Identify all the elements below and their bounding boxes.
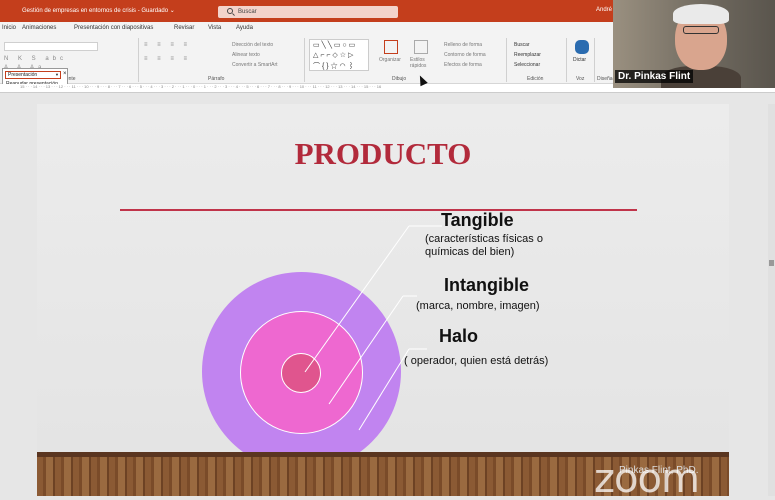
shape-effects-button[interactable]: Efectos de forma	[444, 62, 482, 68]
dropdown-selected-label: Presentación	[8, 72, 38, 78]
select-button[interactable]: Seleccionar	[514, 62, 540, 68]
shapes-gallery[interactable]: ▭ ╲ ╲ ▭ ○ ▭ △ ⌐ ⌐ ◇ ☆ ▷ ⌒ { } ☆ ◠ ⌇	[309, 39, 369, 71]
zoom-logo: zoom	[594, 456, 700, 500]
shape-fill-button[interactable]: Relleno de forma	[444, 42, 482, 48]
replace-button[interactable]: Reemplazar	[514, 52, 541, 58]
group-paragraph-label: Párrafo	[208, 76, 225, 82]
quick-styles-label[interactable]: Estilos rápidos	[410, 57, 432, 69]
quick-styles-icon[interactable]	[414, 40, 428, 54]
tab-home[interactable]: Inicio	[2, 25, 16, 31]
close-icon[interactable]: ×	[63, 71, 67, 77]
align-buttons[interactable]: ≡ ≡ ≡ ≡	[144, 56, 191, 62]
group-voice-label: Voz	[576, 76, 585, 82]
search-input[interactable]: Buscar	[218, 6, 398, 18]
divider	[566, 38, 567, 82]
tab-review[interactable]: Revisar	[174, 25, 194, 31]
search-icon	[227, 8, 233, 14]
group-drawing-label: Dibujo	[392, 76, 407, 82]
arrange-icon[interactable]	[384, 40, 398, 54]
shape-outline-button[interactable]: Contorno de forma	[444, 52, 486, 58]
heading-halo[interactable]: Halo	[439, 326, 478, 347]
font-format-buttons[interactable]: N K S abc	[4, 56, 67, 62]
webcam-video[interactable]: Dr. Pinkas Flint	[613, 0, 775, 88]
divider	[594, 38, 595, 82]
group-editing-label: Edición	[527, 76, 544, 82]
list-buttons[interactable]: ≡ ≡ ≡ ≡	[144, 42, 191, 48]
microphone-icon[interactable]	[575, 40, 589, 54]
find-button[interactable]: Buscar	[514, 42, 530, 48]
tab-slideshow[interactable]: Presentación con diapositivas	[74, 25, 153, 31]
desc-halo[interactable]: ( operador, quien está detrás)	[404, 355, 554, 368]
participant-name: Dr. Pinkas Flint	[615, 70, 694, 83]
dictate-label[interactable]: Dictar	[573, 57, 586, 63]
align-text-button[interactable]: Alinear texto	[232, 52, 260, 58]
heading-intangible[interactable]: Intangible	[444, 275, 529, 296]
scrollbar-thumb[interactable]	[769, 260, 774, 266]
vertical-scrollbar[interactable]	[768, 104, 775, 496]
user-name[interactable]: André	[596, 7, 612, 13]
font-name-field[interactable]	[4, 42, 98, 51]
webcam-person-glasses	[683, 26, 719, 34]
desc-tangible[interactable]: (características físicas o químicas del …	[425, 233, 565, 259]
search-placeholder: Buscar	[238, 9, 257, 15]
divider	[506, 38, 507, 82]
desc-intangible[interactable]: (marca, nombre, imagen)	[416, 300, 576, 313]
document-title: Gestión de empresas en entornos de crisi…	[22, 8, 175, 14]
connector-lines	[304, 225, 442, 431]
arrange-label[interactable]: Organizar	[379, 57, 401, 63]
dropdown-selected[interactable]: Presentación	[5, 71, 61, 79]
divider	[138, 38, 139, 82]
smartart-button[interactable]: Convertir a SmartArt	[232, 62, 278, 68]
tab-help[interactable]: Ayuda	[236, 25, 253, 31]
heading-tangible[interactable]: Tangible	[441, 210, 514, 231]
chevron-down-icon[interactable]: ▼	[55, 72, 59, 77]
tab-view[interactable]: Vista	[208, 25, 221, 31]
slide-canvas[interactable]: PRODUCTO Tangible (características físic…	[37, 104, 729, 496]
divider	[304, 38, 305, 82]
tab-animations[interactable]: Animaciones	[22, 25, 56, 31]
text-direction-button[interactable]: Dirección del texto	[232, 42, 273, 48]
webcam-person-hair	[673, 4, 729, 24]
